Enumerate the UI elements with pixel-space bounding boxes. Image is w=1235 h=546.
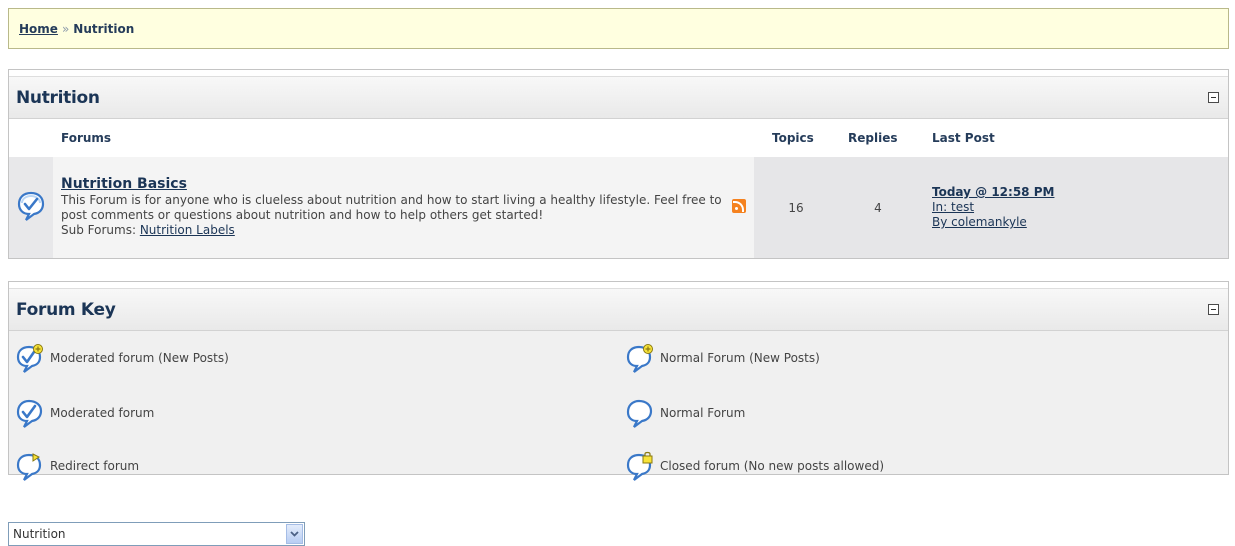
normal-forum-icon [626, 399, 653, 428]
breadcrumb-current: Nutrition [73, 21, 135, 36]
moderated-forum-icon [16, 399, 43, 428]
closed-forum-icon [626, 451, 653, 481]
redirect-forum-icon [16, 453, 42, 481]
key-label: Redirect forum [50, 459, 140, 473]
forum-key-panel: Forum Key Moderated forum (New Posts) No… [8, 281, 1229, 481]
subforums-label: Sub Forums: [61, 223, 136, 237]
forum-key-body: Moderated forum (New Posts) Normal Forum… [9, 331, 1228, 481]
key-label: Moderated forum [50, 406, 155, 420]
forum-key-header: Forum Key [9, 289, 1228, 331]
forum-category-header: Nutrition [9, 77, 1228, 119]
forum-table: Forums Topics Replies Last Post Nutritio… [9, 119, 1228, 258]
key-item-moderated: Moderated forum [16, 398, 154, 428]
key-item-normal: Normal Forum [626, 398, 745, 428]
key-item-closed: Closed forum (No new posts allowed) [626, 451, 884, 481]
category-title[interactable]: Nutrition [16, 88, 100, 108]
topics-count: 16 [754, 157, 838, 258]
last-post-topic-link[interactable]: In: test [932, 200, 1228, 215]
breadcrumb: Home » Nutrition [8, 8, 1229, 49]
column-header-forums: Forums [53, 119, 754, 157]
breadcrumb-separator: » [61, 21, 70, 36]
key-label: Normal Forum [660, 406, 746, 420]
forum-title-link[interactable]: Nutrition Basics [61, 176, 187, 192]
normal-forum-new-posts-icon [626, 344, 653, 373]
collapse-icon[interactable] [1208, 92, 1219, 103]
column-header-last-post: Last Post [918, 119, 1228, 157]
subforum-link[interactable]: Nutrition Labels [140, 223, 235, 237]
key-item-redirect: Redirect forum [16, 451, 139, 481]
chevron-down-icon[interactable] [286, 524, 303, 544]
forum-key-title: Forum Key [16, 299, 116, 320]
forum-row: Nutrition Basics This Forum is for anyon… [9, 157, 1228, 258]
column-header-topics: Topics [754, 119, 838, 157]
replies-count: 4 [838, 157, 918, 258]
last-post-date-link[interactable]: Today @ 12:58 PM [932, 185, 1228, 200]
forum-info-cell: Nutrition Basics This Forum is for anyon… [53, 157, 754, 258]
moderated-forum-new-posts-icon [16, 344, 43, 373]
subforums: Sub Forums: Nutrition Labels [61, 223, 746, 238]
last-post-cell: Today @ 12:58 PM In: test By colemankyle [918, 157, 1228, 258]
last-post-author-link[interactable]: By colemankyle [932, 215, 1228, 230]
forum-category-panel: Nutrition Forums Topics Replies Last Pos… [8, 69, 1229, 259]
key-label: Normal Forum (New Posts) [660, 351, 820, 365]
breadcrumb-home-link[interactable]: Home [19, 22, 58, 36]
rss-feed-icon[interactable] [732, 199, 746, 213]
forum-status-cell [9, 157, 53, 258]
collapse-icon[interactable] [1208, 304, 1219, 315]
key-item-moderated-new: Moderated forum (New Posts) [16, 343, 229, 373]
moderated-forum-icon [17, 191, 45, 221]
column-header-replies: Replies [838, 119, 918, 157]
key-label: Moderated forum (New Posts) [50, 351, 229, 365]
forum-table-header-row: Forums Topics Replies Last Post [9, 119, 1228, 157]
forum-jump-selected: Nutrition [13, 527, 66, 541]
forum-description: This Forum is for anyone who is clueless… [61, 193, 722, 222]
key-item-normal-new: Normal Forum (New Posts) [626, 343, 820, 373]
key-label: Closed forum (No new posts allowed) [660, 459, 885, 473]
forum-jump-select[interactable]: Nutrition [8, 522, 305, 546]
